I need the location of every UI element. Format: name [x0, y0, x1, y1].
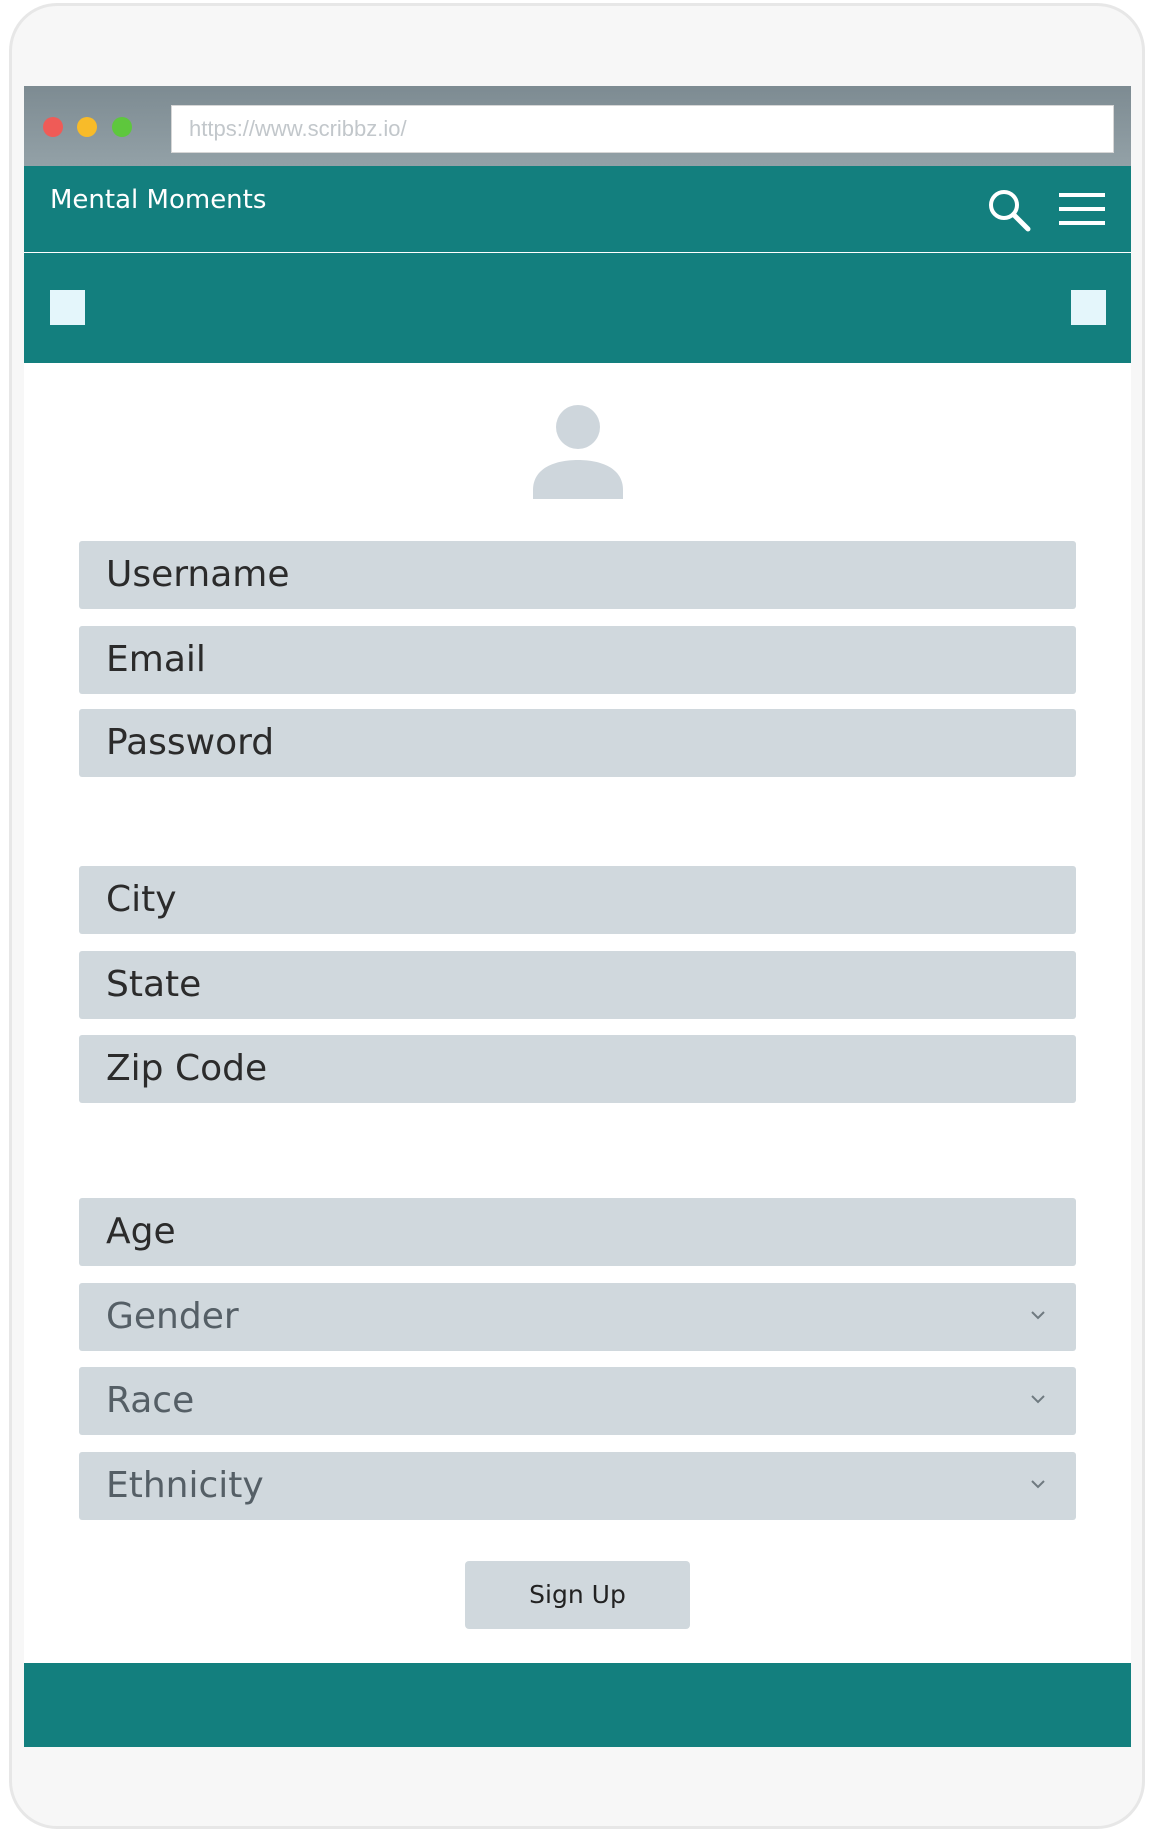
age-field[interactable]: Age: [79, 1198, 1076, 1266]
chevron-down-icon: [1031, 1480, 1045, 1489]
password-field[interactable]: Password: [79, 709, 1076, 777]
close-window-button[interactable]: [43, 117, 63, 137]
gender-label: Gender: [106, 1296, 239, 1337]
hero-placeholder-left: [50, 290, 85, 325]
state-field[interactable]: State: [79, 951, 1076, 1019]
city-placeholder: City: [106, 879, 177, 920]
zip-code-field[interactable]: Zip Code: [79, 1035, 1076, 1103]
minimize-window-button[interactable]: [77, 117, 97, 137]
email-field[interactable]: Email: [79, 626, 1076, 694]
search-icon[interactable]: [986, 187, 1032, 233]
hero-banner: [24, 253, 1131, 363]
hamburger-menu-icon[interactable]: [1059, 190, 1105, 228]
top-navigation-bar: Mental Moments: [24, 166, 1131, 252]
gender-select[interactable]: Gender: [79, 1283, 1076, 1351]
chevron-down-icon: [1031, 1395, 1045, 1404]
footer-bar: [24, 1663, 1131, 1747]
username-field[interactable]: Username: [79, 541, 1076, 609]
race-label: Race: [106, 1380, 195, 1421]
age-placeholder: Age: [106, 1211, 176, 1252]
address-bar[interactable]: https://www.scribbz.io/: [171, 105, 1114, 153]
state-placeholder: State: [106, 964, 202, 1005]
browser-window: https://www.scribbz.io/ Mental Moments U…: [24, 86, 1131, 1747]
zip-code-placeholder: Zip Code: [106, 1048, 268, 1089]
user-avatar-icon: [533, 405, 623, 499]
password-placeholder: Password: [106, 722, 275, 763]
hero-placeholder-right: [1071, 290, 1106, 325]
ethnicity-select[interactable]: Ethnicity: [79, 1452, 1076, 1520]
race-select[interactable]: Race: [79, 1367, 1076, 1435]
chevron-down-icon: [1031, 1311, 1045, 1320]
sign-up-button[interactable]: Sign Up: [465, 1561, 690, 1629]
brand-title[interactable]: Mental Moments: [50, 185, 266, 215]
browser-toolbar: https://www.scribbz.io/: [24, 86, 1131, 166]
maximize-window-button[interactable]: [112, 117, 132, 137]
username-placeholder: Username: [106, 554, 290, 595]
city-field[interactable]: City: [79, 866, 1076, 934]
email-placeholder: Email: [106, 639, 206, 680]
ethnicity-label: Ethnicity: [106, 1465, 264, 1506]
